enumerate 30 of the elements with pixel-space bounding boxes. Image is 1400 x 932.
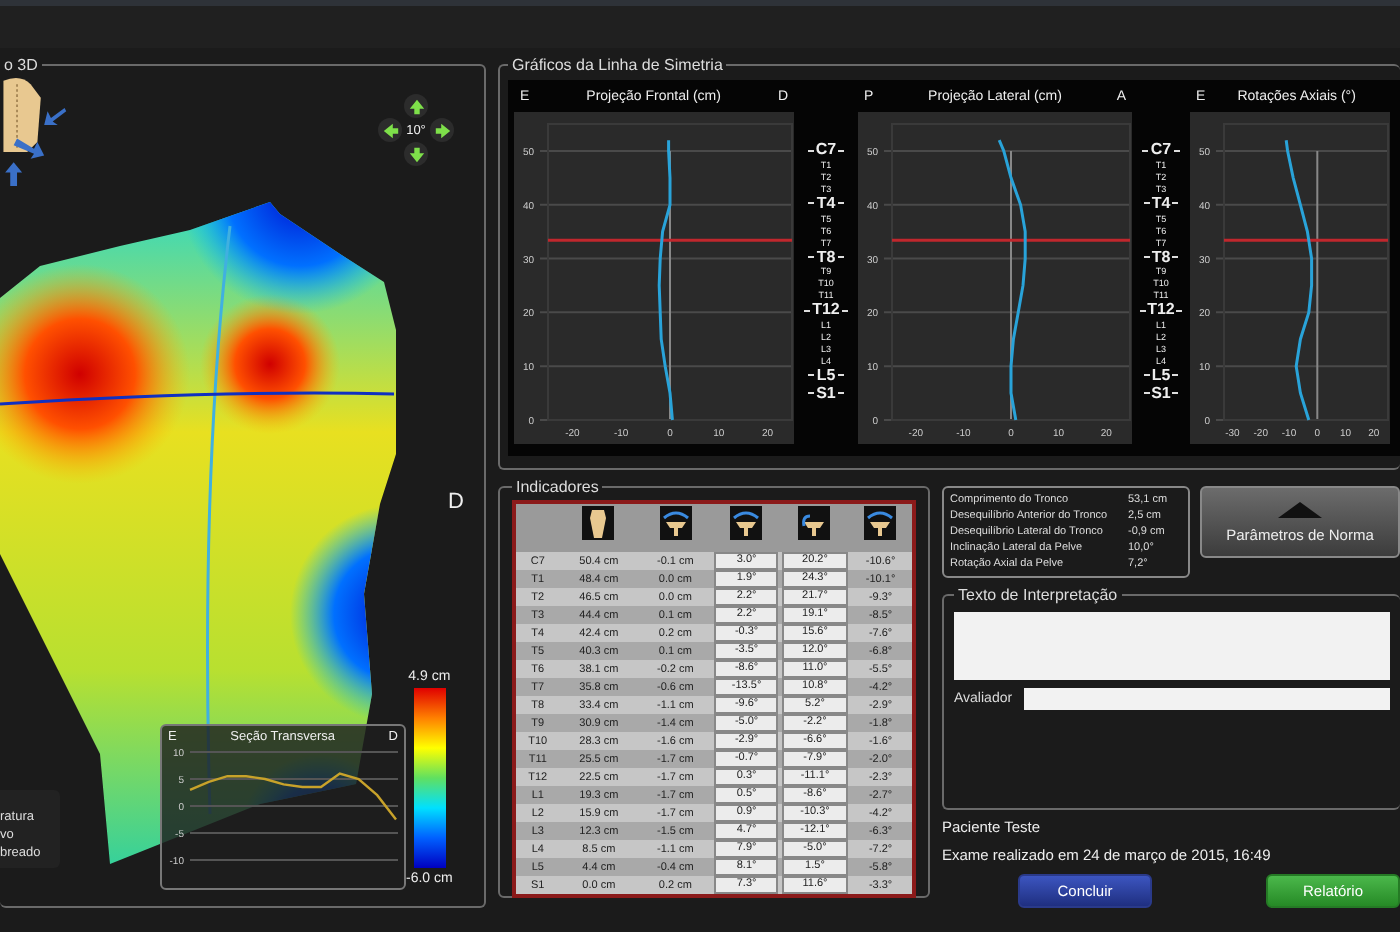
side-label: D <box>448 490 464 514</box>
panel-title: Texto de Interpretação <box>956 586 1120 604</box>
vertebra-label: T12 <box>812 302 840 319</box>
torso-icon <box>0 74 68 186</box>
vertebra-label: C7 <box>1150 142 1172 158</box>
panel-title: Gráficos da Linha de Simetria <box>510 56 725 74</box>
arrow-button[interactable] <box>404 142 428 166</box>
evaluator-field[interactable] <box>1024 688 1390 710</box>
vertebra-label: L5 <box>816 367 836 384</box>
vertebra-label: S1 <box>816 385 836 402</box>
arrow-button[interactable] <box>404 94 428 118</box>
vertebra-label: T8 <box>1151 249 1171 265</box>
vertebra-label: C7 <box>815 142 837 158</box>
vertebra-icon <box>798 506 831 540</box>
arrow-button[interactable] <box>378 118 402 142</box>
vertebra-icon <box>582 506 615 540</box>
arrow-button[interactable] <box>430 118 454 142</box>
panel-title: o 3D <box>2 56 40 74</box>
vertebra-label: T4 <box>1151 195 1171 212</box>
vertebra-label: L5 <box>1151 367 1171 384</box>
vertebra-label: T12 <box>1147 302 1175 319</box>
vertebra-icon <box>864 506 897 540</box>
vertebra-icon <box>659 506 692 540</box>
panel-title: Indicadores <box>514 478 601 496</box>
vertebra-label: S1 <box>1151 385 1171 402</box>
interpretation-field[interactable] <box>954 612 1390 680</box>
vertebra-icon <box>730 506 763 540</box>
vertebra-label: T8 <box>816 249 836 265</box>
vertebra-label: T4 <box>816 195 836 212</box>
triangle-icon <box>1278 501 1322 517</box>
